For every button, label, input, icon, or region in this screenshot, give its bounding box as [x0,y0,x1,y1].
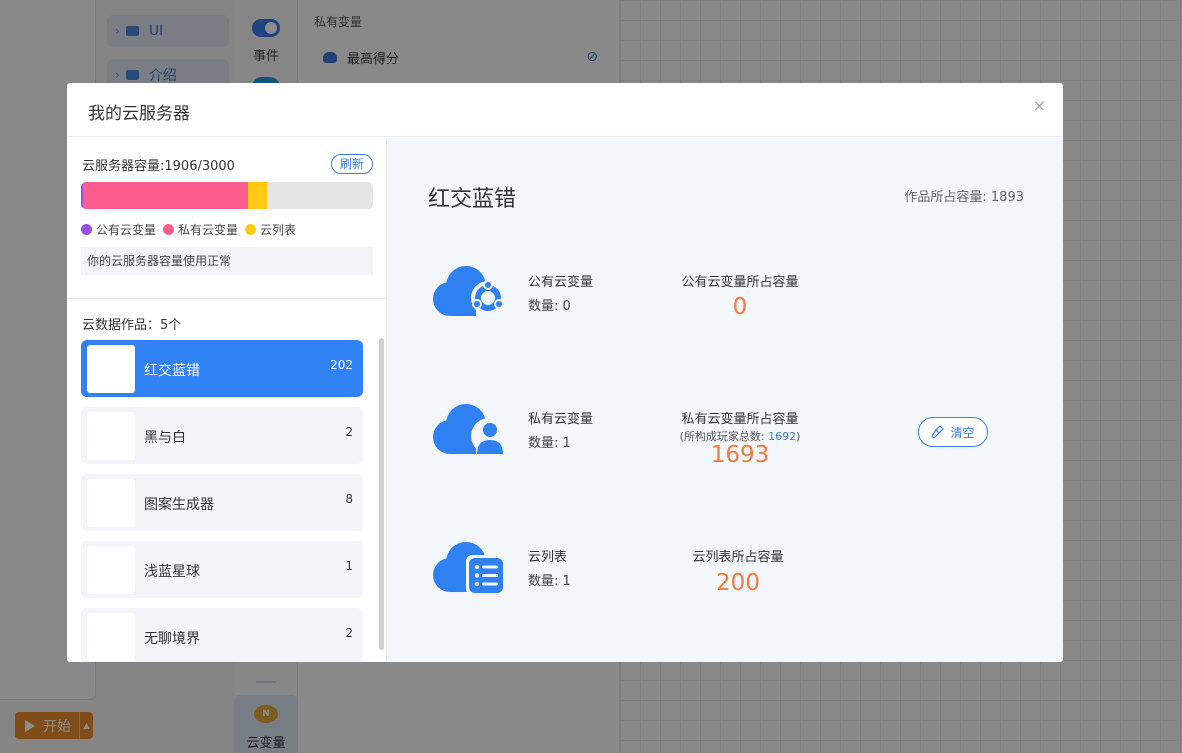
cloud-list-name: 云列表 [528,550,568,565]
cloud-list-capacity-value: 200 [716,570,760,596]
private-capacity-value: 1693 [710,442,770,468]
work-name: 红交蓝错 [144,363,200,379]
legend-label: 公有云变量 [96,223,157,237]
scrollbar-thumb[interactable] [379,338,384,650]
work-detail-panel: 红交蓝错 作品所占容量: 1893 公有云变量 数量: 0 公有云变量所占容量 … [388,138,1063,662]
private-variable-count: 数量: 1 [528,436,571,451]
work-item[interactable]: 图案生成器 8 [81,474,363,531]
legend-item: 私有云变量 [163,221,238,238]
works-list: 红交蓝错 202 黑与白 2 图案生成器 8 浅蓝星球 1 无聊境界 2 [81,340,363,662]
public-capacity-label: 公有云变量所占容量 [681,275,799,290]
clear-button[interactable]: 清空 [918,417,988,447]
cloud-private-icon [433,404,505,454]
modal-title: 我的云服务器 [88,104,190,124]
legend-dot [245,224,257,235]
capacity-segment-private [83,182,248,209]
work-item[interactable]: 无聊境界 2 [81,608,363,662]
work-name: 黑与白 [144,430,186,446]
legend-label: 私有云变量 [178,223,239,237]
legend-dot [163,224,175,235]
capacity-label: 云服务器容量:1906/3000 [82,159,235,174]
work-count: 2 [345,626,353,640]
private-capacity-label: 私有云变量所占容量 [681,412,799,427]
clear-button-label: 清空 [950,425,975,440]
capacity-status: 你的云服务器容量使用正常 [81,247,373,275]
work-thumbnail [87,345,135,393]
cloud-server-modal: 我的云服务器 × 云服务器容量:1906/3000 刷新 公有云变量 私有云变量… [67,83,1063,662]
work-thumbnail [87,479,135,527]
capacity-segment-list [247,182,268,209]
capacity-legend: 公有云变量 私有云变量 云列表 [81,221,303,238]
work-item[interactable]: 黑与白 2 [81,407,363,464]
work-name: 浅蓝星球 [144,564,200,580]
work-name: 图案生成器 [144,497,214,513]
refresh-button[interactable]: 刷新 [331,154,373,174]
works-count-label: 云数据作品：5个 [82,318,182,333]
work-count: 8 [345,492,353,506]
cloud-public-icon [433,266,505,316]
modal-header: 我的云服务器 × [67,83,1063,137]
work-thumbnail [87,613,135,661]
work-title: 红交蓝错 [428,187,517,212]
server-summary-panel: 云服务器容量:1906/3000 刷新 公有云变量 私有云变量 云列表 你的云服… [67,138,387,662]
divider [67,298,387,299]
broom-icon [931,425,945,439]
cloud-list-capacity-label: 云列表所占容量 [692,550,784,565]
public-variable-count: 数量: 0 [528,299,571,314]
cloud-list-count: 数量: 1 [528,574,571,589]
public-variable-name: 公有云变量 [528,275,594,290]
work-item[interactable]: 浅蓝星球 1 [81,541,363,598]
cloud-list-icon [433,542,505,595]
work-size-label: 作品所占容量: 1893 [904,190,1024,205]
work-thumbnail [87,546,135,594]
legend-dot [81,224,92,235]
capacity-bar [81,182,373,209]
work-count: 1 [345,559,353,573]
private-variable-name: 私有云变量 [528,412,594,427]
work-thumbnail [87,412,135,460]
close-icon[interactable]: × [1033,96,1046,115]
legend-item: 云列表 [245,221,296,238]
work-count: 2 [345,425,353,439]
legend-label: 云列表 [260,223,297,237]
work-item-active[interactable]: 红交蓝错 202 [81,340,363,397]
work-count: 202 [330,358,353,372]
work-name: 无聊境界 [144,631,200,647]
legend-item: 公有云变量 [81,221,156,238]
public-capacity-value: 0 [732,294,748,320]
